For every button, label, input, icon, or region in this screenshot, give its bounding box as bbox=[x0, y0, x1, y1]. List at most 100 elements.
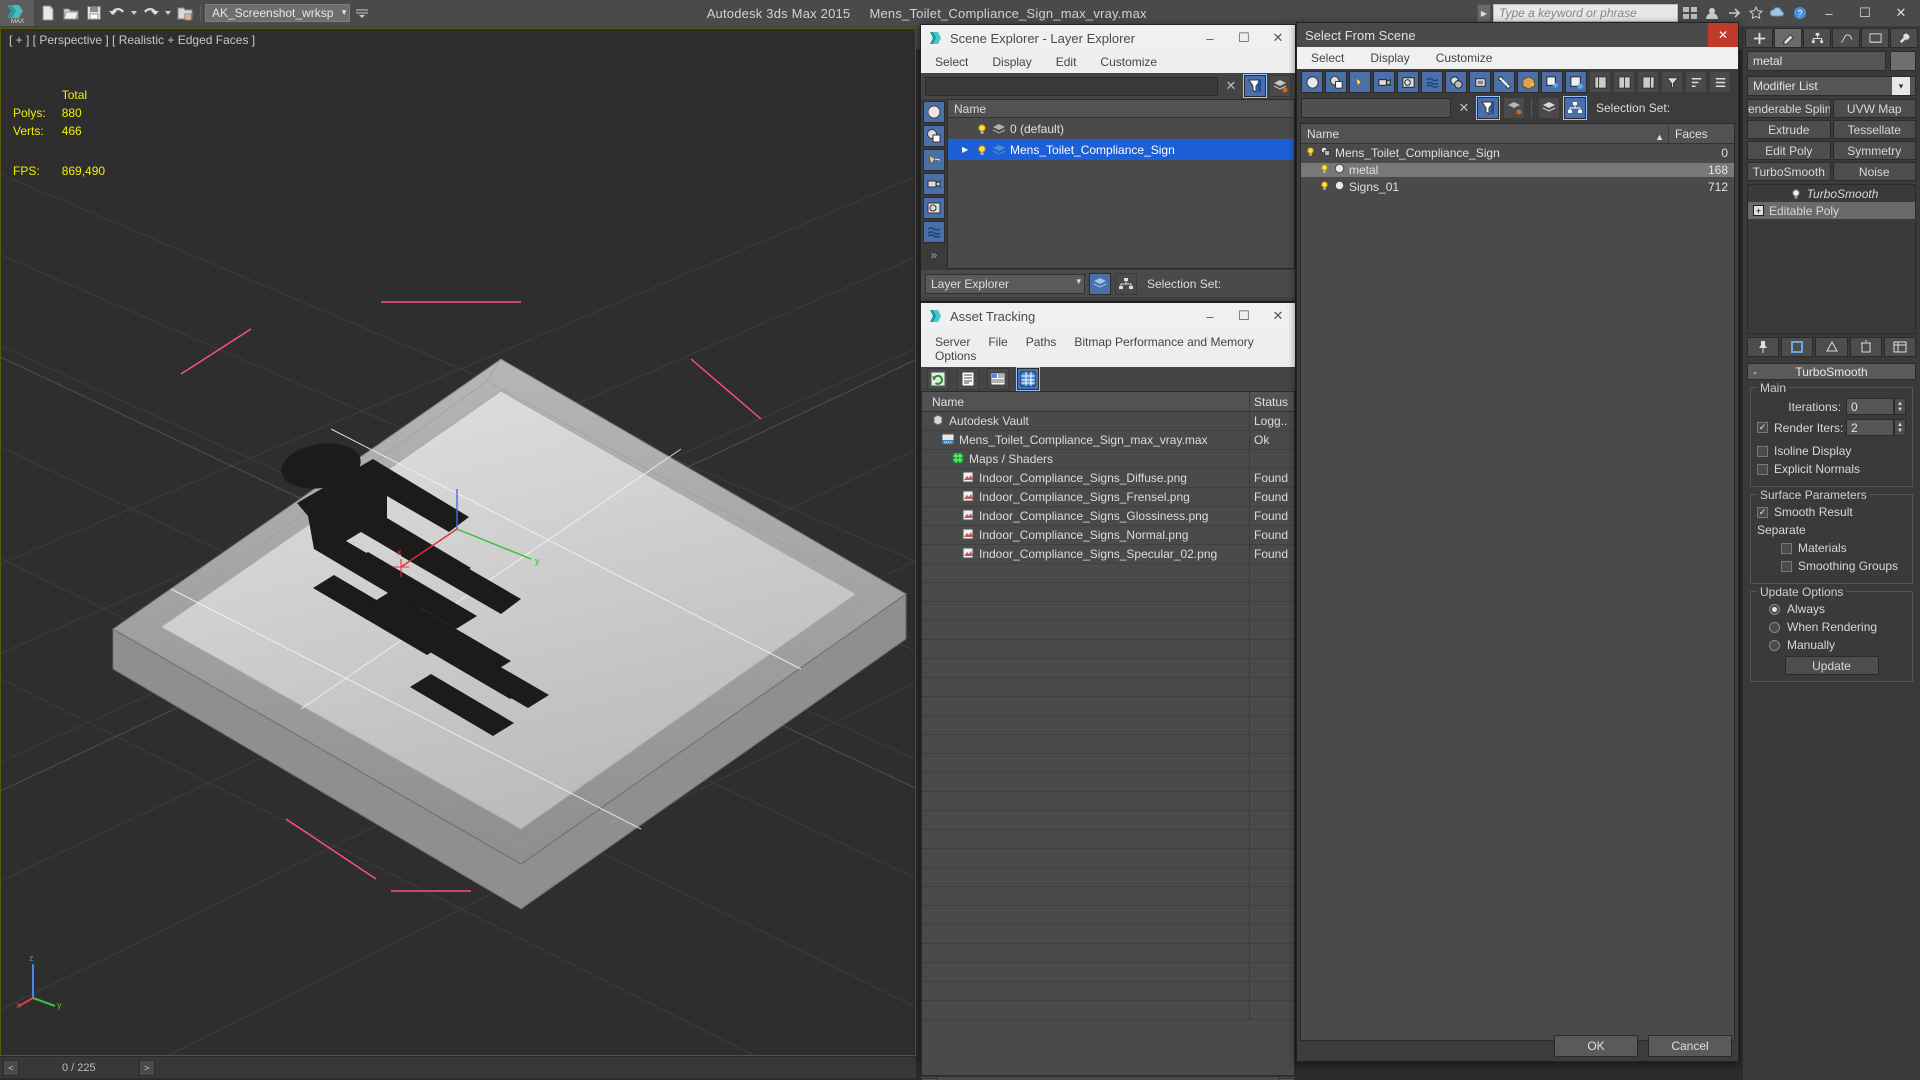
asset-row-empty[interactable] bbox=[922, 944, 1294, 963]
menu-edit[interactable]: Edit bbox=[1056, 55, 1077, 69]
spacewarps-filter-icon[interactable] bbox=[1421, 71, 1443, 93]
sort-arrow-icon[interactable]: ▲ bbox=[1655, 127, 1664, 147]
scene-object-row-empty[interactable] bbox=[1301, 229, 1734, 246]
cameras-filter-icon[interactable] bbox=[1373, 71, 1395, 93]
menu-select[interactable]: Select bbox=[1311, 51, 1344, 65]
light-bulb-icon[interactable] bbox=[1790, 188, 1802, 200]
scene-object-row-empty[interactable] bbox=[1301, 977, 1734, 994]
detail-view-icon[interactable] bbox=[987, 368, 1009, 390]
menu-select[interactable]: Select bbox=[935, 55, 968, 69]
scene-object-row-empty[interactable] bbox=[1301, 909, 1734, 926]
smooth-result-checkbox[interactable]: ✓ bbox=[1757, 507, 1768, 518]
asset-row-empty[interactable] bbox=[922, 659, 1294, 678]
select-from-scene-rows[interactable]: Mens_Toilet_Compliance_Sign0metal168Sign… bbox=[1301, 144, 1734, 1011]
scene-object-row-empty[interactable] bbox=[1301, 280, 1734, 297]
render-iters-input[interactable]: 2 bbox=[1846, 419, 1894, 436]
display-tab[interactable] bbox=[1861, 28, 1889, 48]
asset-row-empty[interactable] bbox=[922, 963, 1294, 982]
stack-item-editable-poly[interactable]: + Editable Poly bbox=[1748, 202, 1915, 219]
layers-icon[interactable] bbox=[1269, 75, 1291, 97]
manually-radio[interactable] bbox=[1769, 640, 1780, 651]
scene-object-row-empty[interactable] bbox=[1301, 654, 1734, 671]
scene-object-row-empty[interactable] bbox=[1301, 943, 1734, 960]
frozen-objects-icon[interactable] bbox=[1565, 71, 1587, 93]
scene-object-row-empty[interactable] bbox=[1301, 620, 1734, 637]
asset-table-rows[interactable]: Autodesk VaultLogg..MAXMens_Toilet_Compl… bbox=[922, 412, 1294, 1075]
light-bulb-icon[interactable] bbox=[1305, 146, 1316, 160]
menu-display[interactable]: Display bbox=[992, 55, 1031, 69]
lights-filter-icon[interactable] bbox=[923, 149, 945, 171]
scene-object-row-empty[interactable] bbox=[1301, 994, 1734, 1011]
sign-in-icon[interactable] bbox=[1702, 3, 1722, 23]
autodesk-360-icon[interactable] bbox=[1768, 3, 1788, 23]
scene-object-row-empty[interactable] bbox=[1301, 875, 1734, 892]
asset-row-empty[interactable] bbox=[922, 982, 1294, 1001]
search-input[interactable]: Type a keyword or phrase bbox=[1493, 4, 1678, 22]
modifier-button-symmetry[interactable]: Symmetry bbox=[1833, 141, 1917, 160]
light-bulb-icon[interactable] bbox=[976, 123, 988, 135]
explicit-normals-checkbox[interactable] bbox=[1757, 464, 1768, 475]
scene-object-row-empty[interactable] bbox=[1301, 382, 1734, 399]
explorer-mode-combo[interactable]: Layer Explorer bbox=[925, 274, 1085, 294]
redo-icon[interactable] bbox=[140, 2, 162, 24]
asset-row-empty[interactable] bbox=[922, 716, 1294, 735]
asset-row-empty[interactable] bbox=[922, 1001, 1294, 1020]
clear-search-icon[interactable]: ✕ bbox=[1221, 78, 1241, 94]
scene-object-row-empty[interactable] bbox=[1301, 739, 1734, 756]
spacewarps-filter-icon[interactable] bbox=[923, 221, 945, 243]
hierarchy-icon[interactable] bbox=[1564, 97, 1586, 119]
cameras-filter-icon[interactable] bbox=[923, 173, 945, 195]
search-expand-icon[interactable]: ▶ bbox=[1477, 4, 1491, 22]
col-config-1-icon[interactable] bbox=[1589, 71, 1611, 93]
scene-object-row-empty[interactable] bbox=[1301, 416, 1734, 433]
iterations-spinner[interactable]: ▲▼ bbox=[1894, 398, 1906, 415]
asset-row[interactable]: Indoor_Compliance_Signs_Glossiness.pngFo… bbox=[922, 507, 1294, 526]
3dsmax-logo-icon[interactable]: MAX bbox=[0, 0, 34, 26]
motion-tab[interactable] bbox=[1832, 28, 1860, 48]
update-option-always[interactable]: Always bbox=[1757, 602, 1906, 616]
menu-bitmap-performance[interactable]: Bitmap Performance and Memory bbox=[1074, 335, 1253, 349]
window-close-button[interactable]: ✕ bbox=[1884, 2, 1918, 24]
asset-row-empty[interactable] bbox=[922, 564, 1294, 583]
modifier-button-tessellate[interactable]: Tessellate bbox=[1833, 120, 1917, 139]
render-iters-spinner[interactable]: ▲▼ bbox=[1894, 419, 1906, 436]
menu-paths[interactable]: Paths bbox=[1026, 335, 1057, 349]
layers-icon[interactable] bbox=[1538, 97, 1560, 119]
list-view-icon[interactable] bbox=[957, 368, 979, 390]
scene-object-row-empty[interactable] bbox=[1301, 688, 1734, 705]
ok-button[interactable]: OK bbox=[1554, 1035, 1638, 1057]
layers-off-icon[interactable] bbox=[1503, 97, 1525, 119]
scene-object-row[interactable]: Signs_01712 bbox=[1301, 178, 1734, 195]
expand-arrow-icon[interactable]: ▶ bbox=[962, 145, 972, 154]
asset-row[interactable]: Indoor_Compliance_Signs_Normal.pngFound bbox=[922, 526, 1294, 545]
select-from-scene-list[interactable]: Name ▲ Faces Mens_Toilet_Compliance_Sign… bbox=[1300, 123, 1735, 1041]
scene-object-row-empty[interactable] bbox=[1301, 841, 1734, 858]
utilities-tab[interactable] bbox=[1890, 28, 1918, 48]
column-status[interactable]: Status bbox=[1250, 392, 1294, 411]
funnel-sort-icon[interactable] bbox=[1661, 71, 1683, 93]
helpers-filter-icon[interactable] bbox=[923, 197, 945, 219]
update-option-manually[interactable]: Manually bbox=[1757, 638, 1906, 652]
expand-plus-icon[interactable]: + bbox=[1753, 205, 1764, 216]
scene-object-row-empty[interactable] bbox=[1301, 518, 1734, 535]
asset-row-empty[interactable] bbox=[922, 602, 1294, 621]
scene-object-row-empty[interactable] bbox=[1301, 586, 1734, 603]
scene-object-row-empty[interactable] bbox=[1301, 501, 1734, 518]
scene-object-row-empty[interactable] bbox=[1301, 212, 1734, 229]
create-tab[interactable] bbox=[1745, 28, 1773, 48]
layer-row-selected[interactable]: ▶ Mens_Toilet_Compliance_Sign bbox=[948, 139, 1294, 160]
expand-all-icon[interactable] bbox=[1709, 71, 1731, 93]
workspace-grid-icon[interactable] bbox=[1680, 3, 1700, 23]
scene-explorer-maximize[interactable]: ☐ bbox=[1227, 25, 1261, 51]
scene-object-row-empty[interactable] bbox=[1301, 892, 1734, 909]
scene-object-row-empty[interactable] bbox=[1301, 195, 1734, 212]
scene-object-row-empty[interactable] bbox=[1301, 450, 1734, 467]
refresh-icon[interactable] bbox=[927, 368, 949, 390]
bones-filter-icon[interactable] bbox=[1493, 71, 1515, 93]
asset-row-empty[interactable] bbox=[922, 773, 1294, 792]
helpers-filter-icon[interactable] bbox=[1397, 71, 1419, 93]
asset-row[interactable]: Maps / Shaders bbox=[922, 450, 1294, 469]
asset-row-empty[interactable] bbox=[922, 887, 1294, 906]
next-frame-button[interactable]: > bbox=[139, 1060, 155, 1076]
pin-stack-icon[interactable] bbox=[1747, 337, 1779, 357]
